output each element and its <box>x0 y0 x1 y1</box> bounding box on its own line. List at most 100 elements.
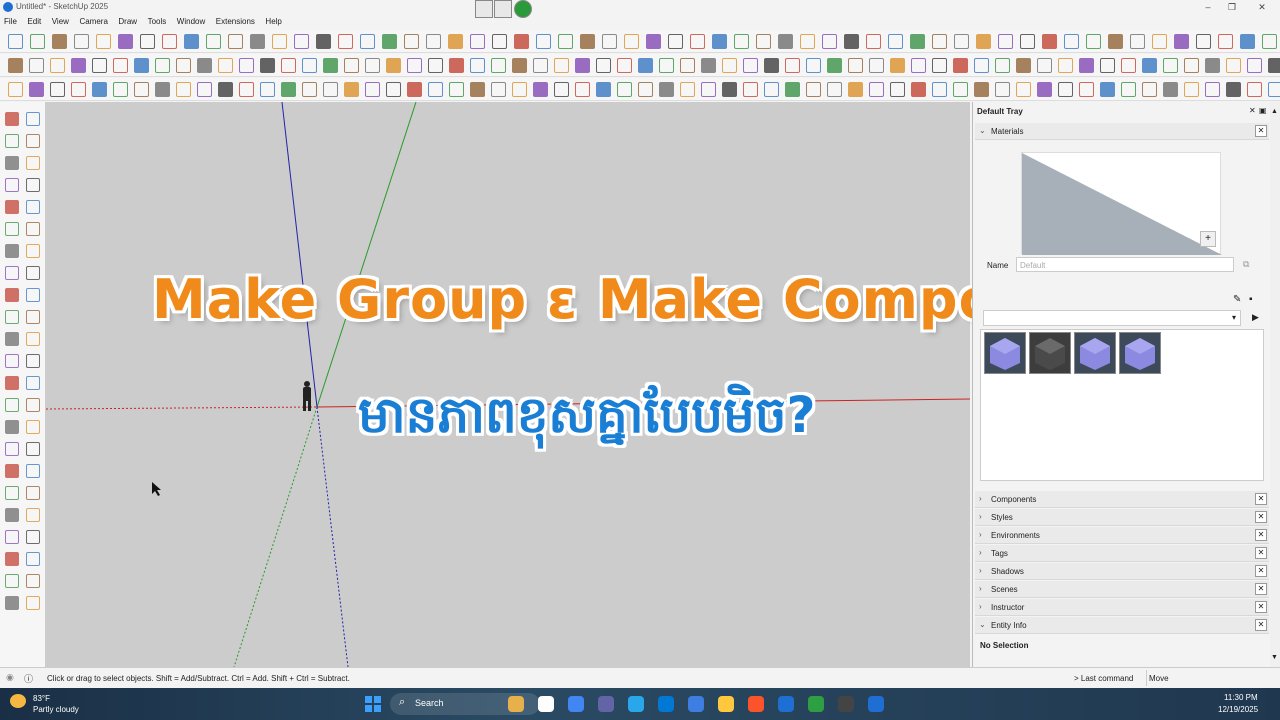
left-tool-icon[interactable] <box>26 244 40 258</box>
menu-camera[interactable]: Camera <box>75 15 111 26</box>
toolbar-tool-icon[interactable] <box>866 34 881 49</box>
toolbar-tool-icon[interactable] <box>1130 34 1145 49</box>
left-tool-icon[interactable] <box>26 442 40 456</box>
materials-panel-header[interactable]: ⌄ Materials ✕ <box>975 123 1269 140</box>
toolbar-tool-icon[interactable] <box>806 82 821 97</box>
toolbar-tool-icon[interactable] <box>1016 58 1031 73</box>
toolbar-tool-icon[interactable] <box>470 34 485 49</box>
left-tool-icon[interactable] <box>5 244 19 258</box>
left-tool-icon[interactable] <box>5 288 19 302</box>
sample-paint-icon[interactable]: ✎ <box>1233 294 1241 305</box>
toolbar-tool-icon[interactable] <box>1058 82 1073 97</box>
toolbar-tool-icon[interactable] <box>638 58 653 73</box>
toolbar-tool-icon[interactable] <box>113 82 128 97</box>
toolbar-tool-icon[interactable] <box>197 58 212 73</box>
toolbar-tool-icon[interactable] <box>239 82 254 97</box>
left-tool-icon[interactable] <box>5 266 19 280</box>
toolbar-tool-icon[interactable] <box>806 58 821 73</box>
toolbar-tool-icon[interactable] <box>910 34 925 49</box>
panel-scenes[interactable]: › Scenes ✕ <box>975 581 1269 598</box>
toolbar-tool-icon[interactable] <box>1205 58 1220 73</box>
toolbar-tool-icon[interactable] <box>995 82 1010 97</box>
toolbar-tool-icon[interactable] <box>176 58 191 73</box>
toolbar-tool-icon[interactable] <box>888 34 903 49</box>
left-tool-icon[interactable] <box>26 266 40 280</box>
toolbar-tool-icon[interactable] <box>575 82 590 97</box>
toolbar-tool-icon[interactable] <box>602 34 617 49</box>
toolbar-tool-icon[interactable] <box>260 58 275 73</box>
toolbar-tool-icon[interactable] <box>869 82 884 97</box>
taskbar-app-icon[interactable] <box>838 696 854 712</box>
menu-file[interactable]: File <box>0 15 21 26</box>
toolbar-tool-icon[interactable] <box>998 34 1013 49</box>
taskbar-app-icon[interactable] <box>808 696 824 712</box>
toolbar-tool-icon[interactable] <box>785 58 800 73</box>
toolbar-tool-icon[interactable] <box>118 34 133 49</box>
toolbar-tool-icon[interactable] <box>134 82 149 97</box>
toolbar-tool-icon[interactable] <box>1142 58 1157 73</box>
toolbar-tool-icon[interactable] <box>646 34 661 49</box>
toolbar-tool-icon[interactable] <box>1174 34 1189 49</box>
toolbar-tool-icon[interactable] <box>470 58 485 73</box>
select-tool-icon[interactable] <box>5 112 19 126</box>
toolbar-tool-icon[interactable] <box>1247 82 1262 97</box>
toolbar-tool-icon[interactable] <box>554 58 569 73</box>
toolbar-tool-icon[interactable] <box>932 58 947 73</box>
panel-instructor[interactable]: › Instructor ✕ <box>975 599 1269 616</box>
left-tool-icon[interactable] <box>26 288 40 302</box>
toolbar-tool-icon[interactable] <box>344 58 359 73</box>
left-tool-icon[interactable] <box>26 178 40 192</box>
toolbar-tool-icon[interactable] <box>974 82 989 97</box>
toolbar-tool-icon[interactable] <box>680 58 695 73</box>
toolbar-tool-icon[interactable] <box>1226 82 1241 97</box>
toolbar-tool-icon[interactable] <box>323 82 338 97</box>
left-tool-icon[interactable] <box>5 398 19 412</box>
toolbar-tool-icon[interactable] <box>96 34 111 49</box>
panel-tags[interactable]: › Tags ✕ <box>975 545 1269 562</box>
toolbar-tool-icon[interactable] <box>1100 82 1115 97</box>
panel-close-button[interactable]: ✕ <box>1255 493 1267 505</box>
toolbar-tool-icon[interactable] <box>690 34 705 49</box>
material-name-field[interactable]: Default <box>1016 257 1234 272</box>
toolbar-tool-icon[interactable] <box>554 82 569 97</box>
panel-close-button[interactable]: ✕ <box>1255 511 1267 523</box>
left-tool-icon[interactable] <box>5 508 19 522</box>
toolbar-tool-icon[interactable] <box>1268 82 1280 97</box>
toolbar-tool-icon[interactable] <box>155 82 170 97</box>
tray-pin-icon[interactable]: ▣ <box>1259 106 1267 115</box>
toolbar-tool-icon[interactable] <box>1037 58 1052 73</box>
left-tool-icon[interactable] <box>5 310 19 324</box>
toolbar-tool-icon[interactable] <box>206 34 221 49</box>
panel-close-button[interactable]: ✕ <box>1255 619 1267 631</box>
toolbar-tool-icon[interactable] <box>184 34 199 49</box>
toolbar-tool-icon[interactable] <box>1163 82 1178 97</box>
toolbar-tool-icon[interactable] <box>1240 34 1255 49</box>
toolbar-tool-icon[interactable] <box>976 34 991 49</box>
toolbar-tool-icon[interactable] <box>323 58 338 73</box>
toolbar-tool-icon[interactable] <box>668 34 683 49</box>
panel-styles[interactable]: › Styles ✕ <box>975 509 1269 526</box>
toolbar-tool-icon[interactable] <box>197 82 212 97</box>
toolbar-tool-icon[interactable] <box>822 34 837 49</box>
left-tool-icon[interactable] <box>26 134 40 148</box>
toolbar-tool-icon[interactable] <box>974 58 989 73</box>
geo-location-icon[interactable]: ◉ <box>6 672 14 683</box>
toolbar-tool-icon[interactable] <box>281 82 296 97</box>
panel-close-button[interactable]: ✕ <box>1255 565 1267 577</box>
toolbar-tool-icon[interactable] <box>1086 34 1101 49</box>
toolbar-tool-icon[interactable] <box>1218 34 1233 49</box>
toolbar-tool-icon[interactable] <box>8 58 23 73</box>
left-tool-icon[interactable] <box>5 464 19 478</box>
taskbar-app-icon[interactable] <box>538 696 554 712</box>
toolbar-tool-icon[interactable] <box>1064 34 1079 49</box>
left-tool-icon[interactable] <box>5 442 19 456</box>
menu-edit[interactable]: Edit <box>23 15 45 26</box>
left-tool-icon[interactable] <box>26 222 40 236</box>
toolbar-tool-icon[interactable] <box>113 58 128 73</box>
left-tool-icon[interactable] <box>5 200 19 214</box>
toolbar-tool-icon[interactable] <box>580 34 595 49</box>
toolbar-tool-icon[interactable] <box>617 58 632 73</box>
toolbar-tool-icon[interactable] <box>449 58 464 73</box>
toolbar-tool-icon[interactable] <box>239 58 254 73</box>
toolbar-tool-icon[interactable] <box>407 58 422 73</box>
